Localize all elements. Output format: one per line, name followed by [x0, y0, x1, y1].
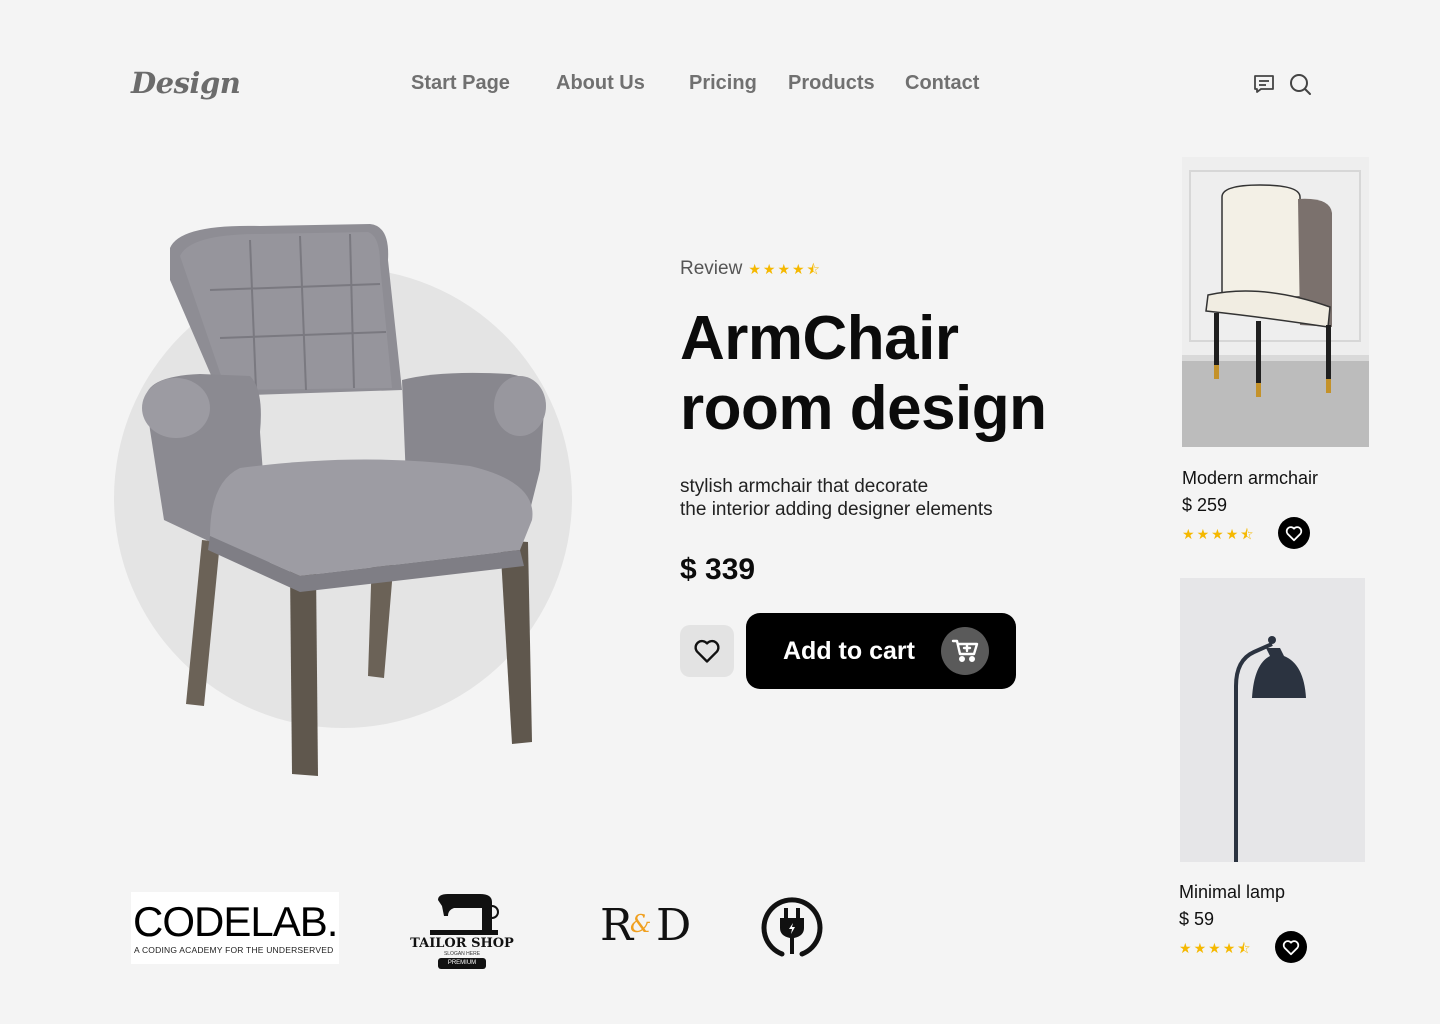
nav-products[interactable]: Products	[788, 72, 875, 95]
add-to-cart-label: Add to cart	[783, 637, 915, 665]
rating-stars: ★ ★ ★ ★ ⯪	[748, 262, 820, 276]
heart-icon	[1285, 525, 1303, 541]
star-icon: ★	[1222, 940, 1236, 956]
rd-letter-r: R	[600, 900, 634, 951]
tailor-shop-name: TAILOR SHOP	[410, 936, 514, 951]
nav-start-page[interactable]: Start Page	[411, 72, 510, 95]
codelab-tagline: A CODING ACADEMY FOR THE UNDERSERVED	[134, 945, 334, 955]
message-icon[interactable]	[1252, 72, 1276, 96]
star-icon: ★	[1193, 940, 1207, 956]
armchair-image	[142, 224, 546, 776]
half-star-icon: ⯪	[1240, 526, 1254, 542]
codelab-wordmark: CODELAB.	[133, 898, 338, 945]
rd-ampersand: &	[630, 910, 652, 938]
product-name[interactable]: Modern armchair	[1182, 468, 1318, 489]
rd-logo: R & D	[584, 900, 696, 956]
star-icon: ★	[1182, 526, 1195, 542]
tailor-shop-slogan: SLOGAN HERE	[443, 951, 481, 957]
star-icon: ★	[1211, 526, 1224, 542]
description-line-2: the interior adding designer elements	[680, 499, 993, 520]
minimal-lamp-image[interactable]	[1180, 578, 1365, 862]
site-logo[interactable]: Design	[131, 66, 241, 100]
star-icon: ★	[1179, 940, 1192, 956]
star-icon: ★	[762, 261, 776, 277]
tailor-shop-badge: PREMIUM	[438, 958, 486, 969]
search-icon[interactable]	[1288, 72, 1312, 96]
product-description: stylish armchair that decorate the inter…	[680, 475, 993, 521]
favorite-button[interactable]	[1275, 931, 1307, 963]
description-line-1: stylish armchair that decorate	[680, 476, 929, 497]
star-icon: ★	[777, 261, 790, 277]
half-star-icon: ⯪	[806, 261, 820, 277]
review-label: Review	[680, 258, 743, 279]
heart-icon	[1282, 939, 1300, 955]
title-line-2: room design	[680, 374, 1047, 443]
title-line-1: ArmChair	[680, 304, 959, 373]
nav-pricing[interactable]: Pricing	[689, 72, 757, 95]
product-price: $ 59	[1179, 909, 1215, 929]
half-star-icon: ⯪	[1237, 940, 1251, 956]
star-icon: ★	[1196, 526, 1210, 542]
rd-letter-d: D	[656, 900, 692, 951]
rating-stars: ★ ★ ★ ★ ⯪	[1182, 527, 1254, 541]
tailor-shop-logo: TAILOR SHOP SLOGAN HERE PREMIUM	[408, 890, 516, 972]
add-to-cart-button[interactable]: Add to cart	[746, 613, 1016, 689]
page-title: ArmChair room design	[680, 304, 1047, 444]
modern-armchair-image[interactable]	[1182, 157, 1369, 447]
star-icon: ★	[1225, 526, 1239, 542]
heart-icon	[694, 639, 720, 663]
favorite-button[interactable]	[680, 625, 734, 677]
star-icon: ★	[1208, 940, 1221, 956]
product-price: $ 339	[680, 553, 756, 586]
review-rating: Review ★ ★ ★ ★ ⯪	[680, 258, 820, 280]
star-icon: ★	[748, 261, 761, 277]
plug-icon	[761, 897, 823, 957]
star-icon: ★	[792, 261, 805, 277]
product-name[interactable]: Minimal lamp	[1179, 882, 1285, 903]
nav-contact[interactable]: Contact	[905, 72, 979, 95]
rating-stars: ★ ★ ★ ★ ⯪	[1179, 941, 1251, 955]
sewing-machine-icon	[430, 894, 499, 935]
codelab-logo: CODELAB. A CODING ACADEMY FOR THE UNDERS…	[131, 892, 339, 964]
favorite-button[interactable]	[1278, 517, 1310, 549]
nav-about-us[interactable]: About Us	[556, 72, 645, 95]
cart-icon	[941, 627, 989, 675]
product-price: $ 259	[1182, 495, 1228, 515]
